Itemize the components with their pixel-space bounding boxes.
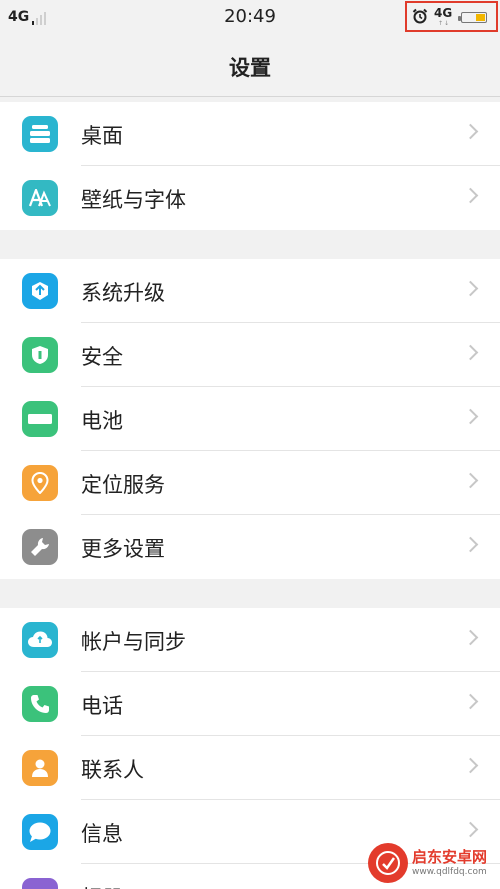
wrench-icon bbox=[22, 529, 58, 565]
settings-row-label: 壁纸与字体 bbox=[81, 188, 186, 212]
battery-fill bbox=[476, 14, 485, 21]
chevron-right-icon bbox=[462, 280, 479, 297]
watermark: 启东安卓网 www.qdlfdq.com bbox=[368, 841, 496, 885]
settings-row-system-upgrade[interactable]: 系统升级 bbox=[0, 259, 500, 323]
settings-row-desktop[interactable]: 桌面 bbox=[0, 102, 500, 166]
status-icons-highlight: 4G ↑↓ bbox=[405, 1, 498, 32]
settings-row-security[interactable]: 安全 bbox=[0, 323, 500, 387]
settings-row-battery[interactable]: 电池 bbox=[0, 387, 500, 451]
cloud-icon bbox=[22, 622, 58, 658]
settings-row-contacts[interactable]: 联系人 bbox=[0, 736, 500, 800]
data-activity-icon: ↑↓ bbox=[438, 20, 451, 27]
chevron-right-icon bbox=[462, 472, 479, 489]
chevron-right-icon bbox=[462, 187, 479, 204]
chevron-right-icon bbox=[462, 536, 479, 553]
chevron-right-icon bbox=[462, 123, 479, 140]
settings-row-label: 联系人 bbox=[81, 758, 144, 782]
settings-row-label: 帐户与同步 bbox=[81, 630, 186, 654]
settings-row-label: 定位服务 bbox=[81, 473, 165, 497]
settings-row-label: 桌面 bbox=[81, 124, 123, 148]
settings-row-label: 电池 bbox=[81, 409, 123, 433]
watermark-url: www.qdlfdq.com bbox=[412, 867, 487, 877]
shield-icon bbox=[22, 337, 58, 373]
system-upgrade-icon bbox=[22, 273, 58, 309]
settings-row-label: 系统升级 bbox=[81, 281, 165, 305]
message-icon bbox=[22, 814, 58, 850]
battery-icon bbox=[458, 12, 487, 23]
settings-row-phone[interactable]: 电话 bbox=[0, 672, 500, 736]
settings-row-label: 信息 bbox=[81, 822, 123, 846]
album-icon bbox=[22, 878, 58, 889]
font-icon bbox=[22, 180, 58, 216]
settings-group-system: 系统升级 安全 电池 定位服务 更多设置 bbox=[0, 259, 500, 579]
location-icon bbox=[22, 465, 58, 501]
chevron-right-icon bbox=[462, 821, 479, 838]
settings-group-display: 桌面 壁纸与字体 bbox=[0, 102, 500, 230]
phone-icon bbox=[22, 686, 58, 722]
settings-row-label: 相册 bbox=[81, 882, 123, 889]
settings-row-label: 安全 bbox=[81, 345, 123, 369]
watermark-logo bbox=[368, 843, 408, 883]
status-bar: 4G 20:49 4G ↑↓ bbox=[0, 0, 500, 36]
settings-row-label: 电话 bbox=[81, 694, 123, 718]
settings-row-account-sync[interactable]: 帐户与同步 bbox=[0, 608, 500, 672]
settings-row-wallpaper-font[interactable]: 壁纸与字体 bbox=[0, 166, 500, 230]
contact-icon bbox=[22, 750, 58, 786]
battery-icon bbox=[22, 401, 58, 437]
chevron-right-icon bbox=[462, 629, 479, 646]
desktop-icon bbox=[22, 116, 58, 152]
settings-row-location[interactable]: 定位服务 bbox=[0, 451, 500, 515]
chevron-right-icon bbox=[462, 693, 479, 710]
settings-row-more-settings[interactable]: 更多设置 bbox=[0, 515, 500, 579]
chevron-right-icon bbox=[462, 344, 479, 361]
chevron-right-icon bbox=[462, 757, 479, 774]
navigation-bar: 设置 bbox=[0, 36, 500, 97]
settings-row-label: 更多设置 bbox=[81, 537, 165, 561]
watermark-name: 启东安卓网 bbox=[412, 848, 488, 866]
page-title: 设置 bbox=[229, 56, 271, 80]
mobile-data-label: 4G bbox=[434, 6, 453, 20]
chevron-right-icon bbox=[462, 408, 479, 425]
alarm-icon bbox=[412, 8, 428, 24]
